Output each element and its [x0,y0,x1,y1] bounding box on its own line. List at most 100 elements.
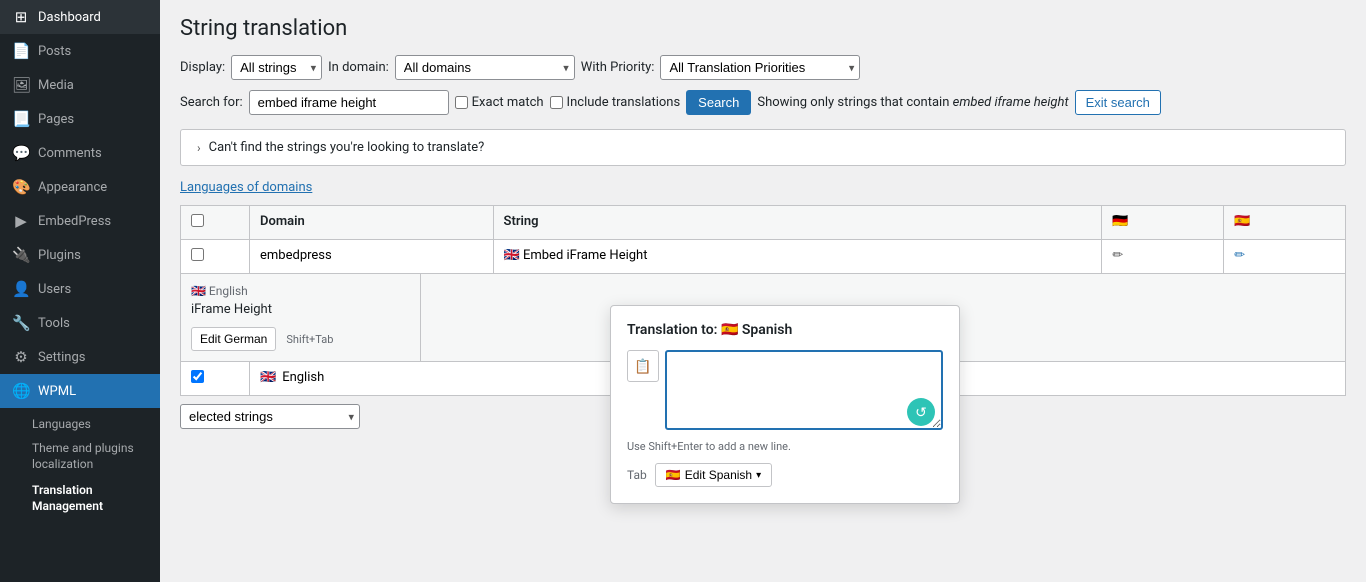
de-flag: 🇩🇪 [1112,214,1128,229]
row-check-cell [181,240,250,274]
row-domain-cell: embedpress [250,240,494,274]
spanish-flag-inline: 🇪🇸 [666,468,681,482]
sidebar-label-wpml: WPML [38,384,76,399]
media-icon: 🖼 [12,76,30,94]
sidebar-item-wpml[interactable]: 🌐 WPML [0,374,160,408]
filter-bar: Display: All strings In domain: All doma… [180,55,1346,80]
sidebar-item-comments[interactable]: 💬 Comments [0,136,160,170]
string-value: Embed iFrame Height [523,248,648,263]
cant-find-text: Can't find the strings you're looking to… [209,140,485,155]
comments-icon: 💬 [12,144,30,162]
include-translations-checkbox[interactable] [550,96,563,109]
sidebar-item-media[interactable]: 🖼 Media [0,68,160,102]
domain-select-wrapper[interactable]: All domains [395,55,575,80]
exact-match-label[interactable]: Exact match [455,95,544,110]
sidebar-item-tools[interactable]: 🔧 Tools [0,306,160,340]
sidebar-label-comments: Comments [38,146,102,161]
sidebar-label-plugins: Plugins [38,248,81,263]
copy-source-button[interactable]: 📋 [627,350,659,382]
sidebar-item-users[interactable]: 👤 Users [0,272,160,306]
translation-hint: Use Shift+Enter to add a new line. [627,440,943,453]
priority-label: With Priority: [581,60,655,75]
string-flag: 🇬🇧 [504,248,520,263]
dashboard-icon: ⊞ [12,8,30,26]
display-label: Display: [180,60,225,75]
plugins-icon: 🔌 [12,246,30,264]
shift-tab-label: Shift+Tab [286,333,333,346]
search-input[interactable] [249,90,449,115]
sidebar-item-plugins[interactable]: 🔌 Plugins [0,238,160,272]
es-edit-icon[interactable]: ✏ [1234,248,1245,263]
users-icon: 👤 [12,280,30,298]
sidebar-sub-languages[interactable]: Languages [20,412,160,436]
col-header-es: 🇪🇸 [1224,206,1346,240]
search-button[interactable]: Search [686,90,751,115]
exit-search-button[interactable]: Exit search [1075,90,1161,115]
chevron-right-icon: › [197,141,201,155]
de-edit-icon[interactable]: ✏ [1112,248,1123,263]
sidebar-item-appearance[interactable]: 🎨 Appearance [0,170,160,204]
page-title: String translation [180,16,1346,41]
wpml-icon: 🌐 [12,382,30,400]
translation-popup: Translation to: 🇪🇸 Spanish 📋 ↺ Use Shift… [610,305,960,504]
sidebar-item-settings[interactable]: ⚙ Settings [0,340,160,374]
sidebar-item-embedpress[interactable]: ▶ EmbedPress [0,204,160,238]
edit-spanish-button[interactable]: 🇪🇸 Edit Spanish ▾ [655,463,772,487]
display-select-wrapper[interactable]: All strings [231,55,322,80]
sidebar-label-users: Users [38,282,71,297]
domain-select[interactable]: All domains [395,55,575,80]
ai-translate-button[interactable]: ↺ [907,398,935,426]
sidebar-wpml-submenu: Languages Theme and plugins localization… [0,408,160,523]
display-select[interactable]: All strings [231,55,322,80]
edit-german-button[interactable]: Edit German [191,327,276,351]
search-bar: Search for: Exact match Include translat… [180,90,1346,115]
translation-textarea-wrapper: ↺ [665,350,943,434]
table-header-row: Domain String 🇩🇪 🇪🇸 [181,206,1346,240]
search-result-text: Showing only strings that contain embed … [757,95,1068,110]
sidebar-sub-translation-management[interactable]: Translation Management [20,478,160,519]
es-flag: 🇪🇸 [1234,214,1250,229]
sidebar-label-media: Media [38,78,74,93]
sidebar-item-posts[interactable]: 📄 Posts [0,34,160,68]
popup-lang: Spanish [742,322,792,338]
pages-icon: 📃 [12,110,30,128]
priority-select-wrapper[interactable]: All Translation Priorities [660,55,860,80]
sidebar: ⊞ Dashboard 📄 Posts 🖼 Media 📃 Pages 💬 Co… [0,0,160,582]
priority-select[interactable]: All Translation Priorities [660,55,860,80]
appearance-icon: 🎨 [12,178,30,196]
sidebar-label-embedpress: EmbedPress [38,214,111,229]
tools-icon: 🔧 [12,314,30,332]
sidebar-item-pages[interactable]: 📃 Pages [0,102,160,136]
row-domain: embedpress [260,248,332,263]
original-text: iFrame Height [191,302,410,317]
include-translations-label[interactable]: Include translations [550,95,681,110]
table-row: embedpress 🇬🇧 Embed iFrame Height ✏ ✏ [181,240,1346,274]
popup-editor-row: 📋 ↺ [627,350,943,440]
sidebar-label-pages: Pages [38,112,74,127]
bottom-lang: English [282,370,324,385]
select-all-checkbox[interactable] [191,214,204,227]
row-checkbox[interactable] [191,248,204,261]
languages-of-domains-link[interactable]: Languages of domains [180,180,1346,195]
edit-spanish-label: Edit Spanish [685,468,752,482]
search-label: Search for: [180,95,243,110]
popup-flag: 🇪🇸 [721,322,738,338]
cant-find-notice[interactable]: › Can't find the strings you're looking … [180,129,1346,166]
translation-textarea[interactable] [665,350,943,430]
original-language-label: 🇬🇧 English [191,284,410,298]
sidebar-item-dashboard[interactable]: ⊞ Dashboard [0,0,160,34]
bottom-check-cell [181,362,250,396]
col-header-string: String [493,206,1102,240]
posts-icon: 📄 [12,42,30,60]
exact-match-checkbox[interactable] [455,96,468,109]
sidebar-label-appearance: Appearance [38,180,107,195]
bottom-checkbox[interactable] [191,370,204,383]
dropdown-arrow-icon: ▾ [756,470,761,481]
original-column: 🇬🇧 English iFrame Height Edit German Shi… [181,274,421,361]
sidebar-sub-theme-plugins[interactable]: Theme and plugins localization [20,436,160,478]
sidebar-label-tools: Tools [38,316,70,331]
sidebar-label-posts: Posts [38,44,71,59]
selected-strings-select[interactable]: elected strings [180,404,360,429]
selected-strings-wrapper[interactable]: elected strings [180,404,360,429]
domain-label: In domain: [328,60,389,75]
